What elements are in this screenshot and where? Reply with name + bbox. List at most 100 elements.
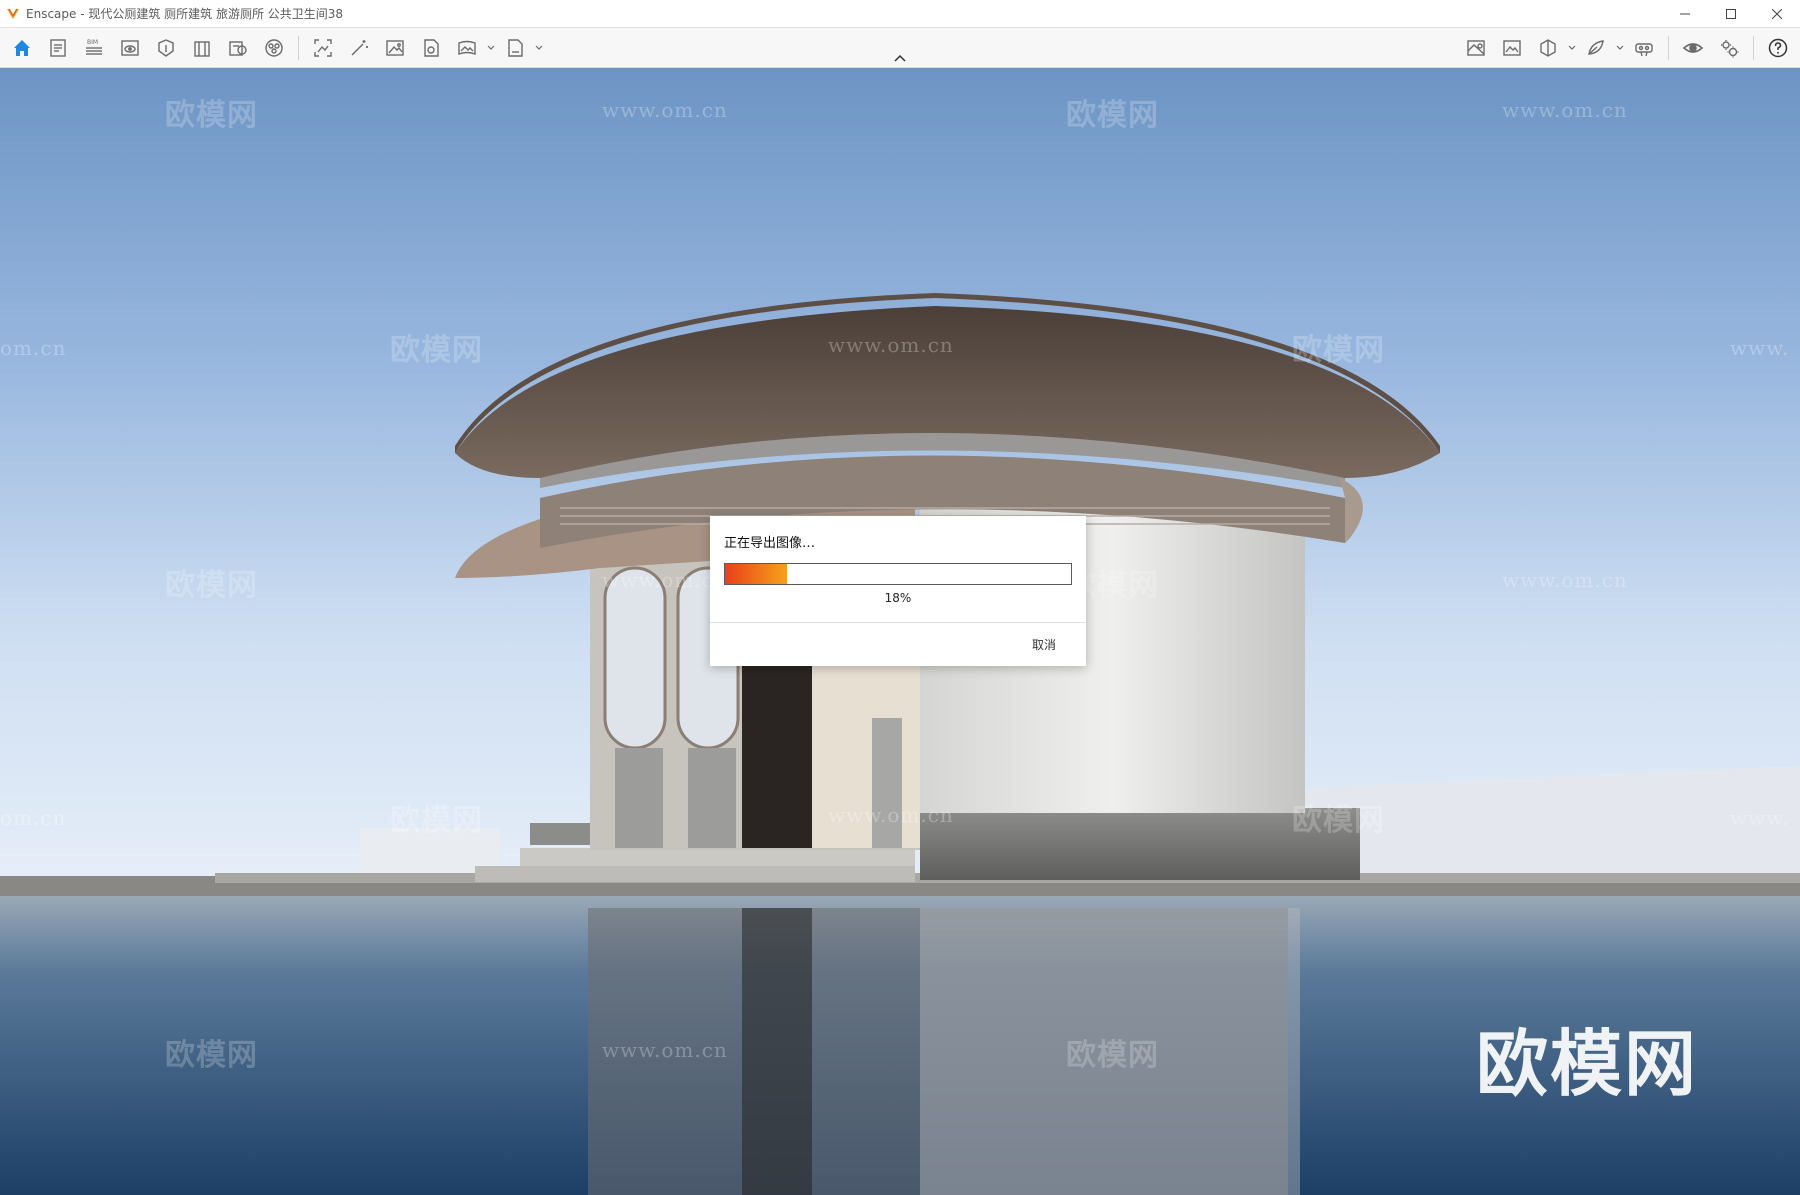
document-settings-button[interactable] xyxy=(40,31,76,65)
vr-headset-button[interactable] xyxy=(1626,31,1662,65)
watermark-logo: 欧模网 xyxy=(165,98,258,133)
batch-export-dropdown[interactable] xyxy=(533,31,545,65)
vr-headset-icon xyxy=(1635,43,1653,57)
dialog-divider xyxy=(710,622,1086,623)
building-icon xyxy=(194,41,210,57)
chevron-down-icon xyxy=(487,45,495,50)
home-button[interactable] xyxy=(4,31,40,65)
window-controls xyxy=(1662,0,1800,28)
video-export-icon xyxy=(424,39,439,57)
help-button[interactable] xyxy=(1760,31,1796,65)
home-icon xyxy=(14,40,30,56)
chevron-up-icon xyxy=(894,54,906,62)
batch-export-icon xyxy=(508,39,523,57)
image-export-icon xyxy=(386,40,404,56)
visual-settings-button[interactable] xyxy=(1675,31,1711,65)
watermark-logo: 欧模网 xyxy=(390,333,483,368)
chevron-down-icon xyxy=(535,45,543,50)
watermark-url: www.om.cn xyxy=(602,1038,728,1062)
watermark-url-partial: www. xyxy=(1730,336,1790,360)
map-button[interactable] xyxy=(1458,31,1494,65)
collapse-toolbar-button[interactable] xyxy=(890,50,910,66)
asset-library-button[interactable] xyxy=(148,31,184,65)
main-toolbar: BIM xyxy=(0,28,1800,68)
chevron-down-icon xyxy=(1616,45,1624,50)
cube-view-icon xyxy=(1540,39,1556,57)
watermark-url-partial: www. xyxy=(1730,806,1790,830)
watermark-logo: 欧模网 xyxy=(1066,98,1159,133)
cancel-button[interactable]: 取消 xyxy=(1032,636,1056,653)
document-settings-icon xyxy=(50,39,66,57)
panorama-icon xyxy=(458,40,476,56)
view-eye-icon xyxy=(121,40,139,56)
maximize-icon xyxy=(1726,9,1736,19)
minimize-icon xyxy=(1680,13,1690,15)
brand-watermark: 欧模网 xyxy=(1476,1022,1699,1106)
watermark-url-partial: om.cn xyxy=(0,336,67,360)
image-export-button[interactable] xyxy=(377,31,413,65)
watermark-url: www.om.cn xyxy=(602,98,728,122)
gallery-button[interactable] xyxy=(1494,31,1530,65)
material-editor-icon xyxy=(229,41,247,56)
toolbar-right-group xyxy=(1458,28,1796,68)
feedback-dropdown[interactable] xyxy=(1614,31,1626,65)
minimize-button[interactable] xyxy=(1662,0,1708,28)
watermark-url-partial: om.cn xyxy=(0,806,67,830)
feedback-icon xyxy=(1588,40,1604,55)
cube-view-button[interactable] xyxy=(1530,31,1566,65)
enscape-logo-icon xyxy=(7,8,19,19)
toolbar-left-group: BIM xyxy=(4,28,545,68)
watermark-url: www.om.cn xyxy=(828,803,954,827)
watermark-url: www.om.cn xyxy=(1502,98,1628,122)
magic-wand-button[interactable] xyxy=(341,31,377,65)
watermark-url: www.om.cn xyxy=(828,333,954,357)
watermark-logo: 欧模网 xyxy=(390,803,483,838)
batch-export-button[interactable] xyxy=(497,31,533,65)
close-button[interactable] xyxy=(1754,0,1800,28)
atmosphere-icon xyxy=(265,39,283,57)
video-export-button[interactable] xyxy=(413,31,449,65)
watermark-logo: 欧模网 xyxy=(1292,333,1385,368)
window-title: Enscape - 现代公厕建筑 厕所建筑 旅游厕所 公共卫生间38 xyxy=(26,7,344,21)
export-progress-dialog: 正在导出图像… 18% 取消 xyxy=(710,516,1086,666)
maximize-button[interactable] xyxy=(1708,0,1754,28)
toolbar-separator xyxy=(1668,36,1669,60)
watermark-logo: 欧模网 xyxy=(1066,1038,1159,1073)
progress-percent: 18% xyxy=(884,591,912,605)
help-icon xyxy=(1768,38,1788,58)
asset-library-icon xyxy=(158,39,174,57)
cube-view-dropdown[interactable] xyxy=(1566,31,1578,65)
view-management-button[interactable] xyxy=(112,31,148,65)
panorama-button[interactable] xyxy=(449,31,485,65)
magic-wand-icon xyxy=(351,40,368,56)
gallery-icon xyxy=(1503,40,1521,56)
panorama-dropdown[interactable] xyxy=(485,31,497,65)
title-bar: Enscape - 现代公厕建筑 厕所建筑 旅游厕所 公共卫生间38 xyxy=(0,0,1800,28)
enscape-window: Enscape - 现代公厕建筑 厕所建筑 旅游厕所 公共卫生间38 BIM 欧… xyxy=(0,0,1800,1195)
watermark-logo: 欧模网 xyxy=(165,1038,258,1073)
map-icon xyxy=(1467,40,1485,56)
bim-button[interactable]: BIM xyxy=(76,31,112,65)
visual-settings-eye-icon xyxy=(1682,43,1704,53)
watermark-url: www.om.cn xyxy=(1502,568,1628,592)
progress-fill xyxy=(725,564,788,584)
dialog-title: 正在导出图像… xyxy=(724,536,816,551)
general-settings-button[interactable] xyxy=(1711,31,1747,65)
atmosphere-button[interactable] xyxy=(256,31,292,65)
watermark-logo: 欧模网 xyxy=(1292,803,1385,838)
watermark-logo: 欧模网 xyxy=(165,568,258,603)
feedback-button[interactable] xyxy=(1578,31,1614,65)
bim-icon: BIM xyxy=(86,39,102,55)
close-icon xyxy=(1772,9,1782,19)
watermark-url: www.om.cn xyxy=(602,568,728,592)
chevron-down-icon xyxy=(1568,45,1576,50)
svg-text:BIM: BIM xyxy=(87,39,98,46)
toolbar-separator xyxy=(1753,36,1754,60)
toolbar-separator xyxy=(298,36,299,60)
building-button[interactable] xyxy=(184,31,220,65)
screenshot-button[interactable] xyxy=(305,31,341,65)
material-editor-button[interactable] xyxy=(220,31,256,65)
screenshot-icon xyxy=(314,39,332,57)
export-progress-bar xyxy=(724,563,1072,585)
general-settings-icon xyxy=(1721,40,1739,58)
